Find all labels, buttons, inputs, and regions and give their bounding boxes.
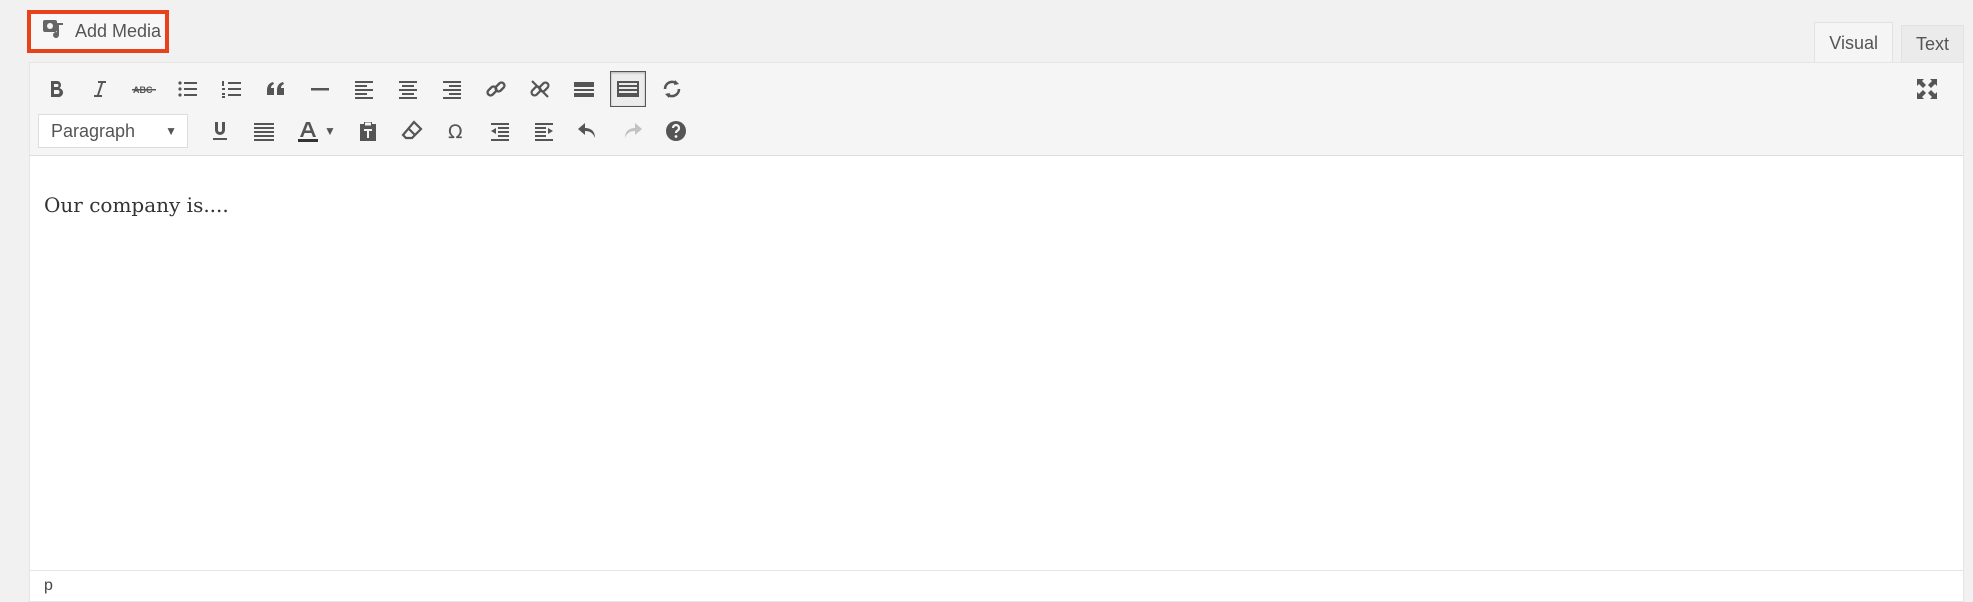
editor: ABC Paragraph ▼ ▼ Ω Our company is.... p [29,62,1964,602]
bold-button[interactable] [38,71,74,107]
bold-icon [51,81,64,98]
undo-button[interactable] [570,113,606,149]
redo-button[interactable] [614,113,650,149]
horizontal-line-button[interactable] [302,71,338,107]
media-icon [41,16,67,47]
justify-icon [254,123,274,141]
align-left-button[interactable] [346,71,382,107]
refresh-button[interactable] [654,71,690,107]
text-color-button[interactable]: ▼ [290,113,342,149]
align-left-icon [355,81,373,99]
element-path[interactable]: p [44,577,53,595]
help-icon [666,121,686,141]
undo-icon [578,123,595,138]
paragraph-format-select[interactable]: Paragraph ▼ [38,114,188,148]
redo-icon [625,123,642,138]
underline-button[interactable] [202,113,238,149]
refresh-icon [663,80,681,98]
fullscreen-icon [1917,79,1937,99]
tab-visual[interactable]: Visual [1814,22,1893,63]
justify-button[interactable] [246,113,282,149]
indent-icon [535,123,553,141]
strikethrough-icon: ABC [132,85,156,95]
remove-link-button[interactable] [522,71,558,107]
editor-tabs: Visual Text [1814,22,1964,63]
omega-icon: Ω [448,121,463,143]
fullscreen-button[interactable] [1909,71,1945,107]
help-button[interactable] [658,113,694,149]
clipboard-icon [360,122,376,141]
chevron-down-icon: ▼ [165,124,177,138]
align-right-icon [443,81,461,99]
eraser-icon [401,120,423,140]
editor-toolbar: ABC Paragraph ▼ ▼ Ω [30,63,1963,156]
text-color-icon [298,122,319,142]
special-character-button[interactable]: Ω [438,113,474,149]
clear-formatting-button[interactable] [394,113,430,149]
read-more-button[interactable] [566,71,602,107]
element-path-statusbar: p [30,570,1963,601]
toolbar-toggle-button[interactable] [610,71,646,107]
blockquote-icon [267,82,284,95]
horizontal-line-icon [311,88,329,91]
blockquote-button[interactable] [258,71,294,107]
read-more-icon [574,82,594,97]
paste-as-text-button[interactable] [350,113,386,149]
strikethrough-button[interactable]: ABC [126,71,162,107]
align-center-icon [399,81,417,99]
numbered-list-icon [222,81,241,98]
increase-indent-button[interactable] [526,113,562,149]
add-media-label: Add Media [75,21,162,41]
keyboard-icon [617,81,639,97]
text-color-dropdown-icon: ▼ [324,124,336,138]
unlink-icon [530,80,550,98]
decrease-indent-button[interactable] [482,113,518,149]
bulleted-list-icon [178,81,197,97]
editor-content[interactable]: Our company is.... [44,193,229,217]
tab-text[interactable]: Text [1900,25,1964,63]
outdent-icon [491,123,509,141]
align-right-button[interactable] [434,71,470,107]
align-center-button[interactable] [390,71,426,107]
italic-icon [94,81,106,97]
bulleted-list-button[interactable] [170,71,206,107]
format-select-value: Paragraph [51,120,136,141]
italic-button[interactable] [82,71,118,107]
link-icon [486,81,506,97]
svg-text:Ω: Ω [448,121,463,143]
insert-link-button[interactable] [478,71,514,107]
add-media-button[interactable]: Add Media [27,10,169,53]
toolbar-row-2: Paragraph ▼ ▼ Ω [38,113,702,149]
underline-icon [213,122,227,140]
toolbar-row-1: ABC [38,71,698,107]
numbered-list-button[interactable] [214,71,250,107]
